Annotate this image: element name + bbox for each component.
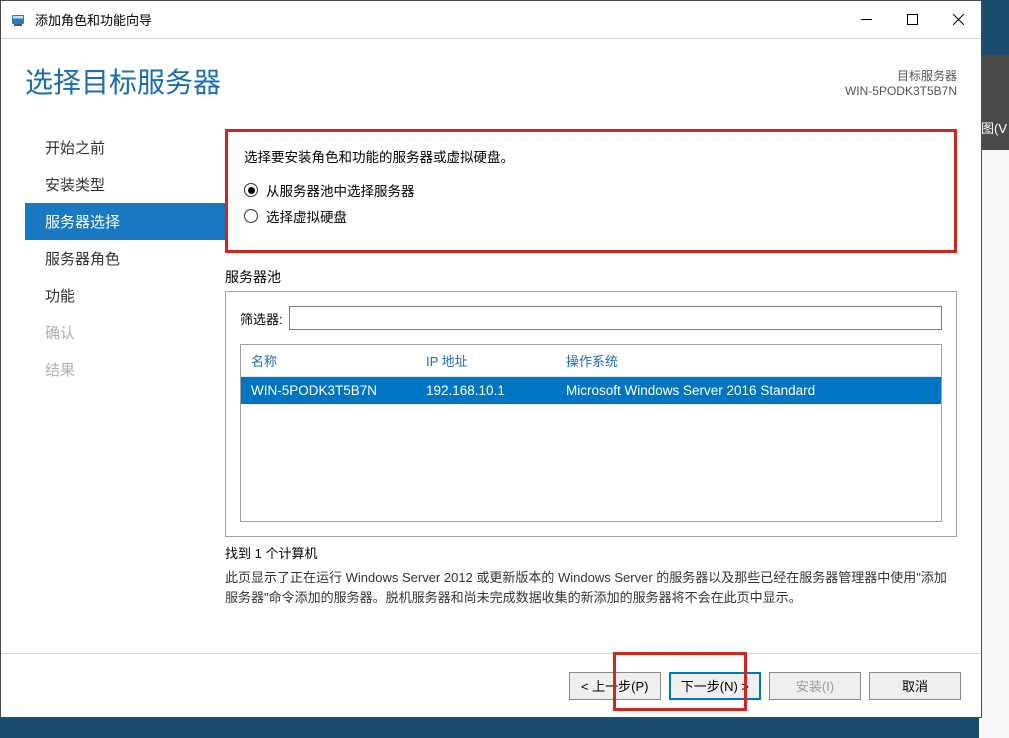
background-window-tab: 图(V (979, 55, 1009, 150)
page-title: 选择目标服务器 (25, 61, 845, 101)
sidebar-item-results: 结果 (25, 351, 225, 388)
table-row[interactable]: WIN-5PODK3T5B7N 192.168.10.1 Microsoft W… (241, 377, 941, 404)
sidebar-item-installation-type[interactable]: 安装类型 (25, 166, 225, 203)
sidebar-item-server-roles[interactable]: 服务器角色 (25, 240, 225, 277)
table-header: 名称 IP 地址 操作系统 (241, 345, 941, 377)
page-description: 此页显示了正在运行 Windows Server 2012 或更新版本的 Win… (225, 568, 957, 608)
cancel-button[interactable]: 取消 (869, 672, 961, 700)
instruction-text: 选择要安装角色和功能的服务器或虚拟硬盘。 (244, 146, 938, 166)
radio-icon (244, 209, 258, 223)
maximize-button[interactable] (889, 2, 935, 38)
server-pool-label: 服务器池 (225, 267, 957, 287)
titlebar: 添加角色和功能向导 (1, 1, 981, 39)
app-icon (11, 12, 27, 28)
next-button[interactable]: 下一步(N) > (669, 672, 761, 700)
window-title: 添加角色和功能向导 (35, 10, 843, 29)
wizard-footer: < 上一步(P) 下一步(N) > 安装(I) 取消 (1, 653, 981, 717)
wizard-steps-sidebar: 开始之前 安装类型 服务器选择 服务器角色 功能 确认 结果 (25, 129, 225, 653)
sidebar-item-before-you-begin[interactable]: 开始之前 (25, 129, 225, 166)
selection-type-highlight: 选择要安装角色和功能的服务器或虚拟硬盘。 从服务器池中选择服务器 选择虚拟硬盘 (225, 129, 957, 253)
sidebar-item-features[interactable]: 功能 (25, 277, 225, 314)
sidebar-item-server-selection[interactable]: 服务器选择 (25, 203, 225, 240)
sidebar-item-confirmation: 确认 (25, 314, 225, 351)
radio-select-from-pool[interactable]: 从服务器池中选择服务器 (244, 180, 938, 200)
column-name[interactable]: 名称 (251, 351, 426, 370)
target-server-info: 目标服务器 WIN-5PODK3T5B7N (845, 67, 957, 98)
found-count: 找到 1 个计算机 (225, 543, 957, 562)
radio-select-vhd[interactable]: 选择虚拟硬盘 (244, 206, 938, 226)
wizard-window: 添加角色和功能向导 选择目标服务器 目标服务器 WIN-5PODK3T5B7N … (0, 0, 982, 718)
column-os[interactable]: 操作系统 (566, 351, 931, 370)
previous-button[interactable]: < 上一步(P) (569, 672, 661, 700)
close-button[interactable] (935, 2, 981, 38)
server-pool-group: 筛选器: 名称 IP 地址 操作系统 WIN-5PODK3T5B7N 192.1… (225, 291, 957, 537)
column-ip[interactable]: IP 地址 (426, 351, 566, 370)
install-button: 安装(I) (769, 672, 861, 700)
server-table: 名称 IP 地址 操作系统 WIN-5PODK3T5B7N 192.168.10… (240, 344, 942, 522)
radio-icon (244, 183, 258, 197)
filter-input[interactable] (289, 306, 942, 330)
minimize-button[interactable] (843, 2, 889, 38)
filter-label: 筛选器: (240, 309, 283, 328)
